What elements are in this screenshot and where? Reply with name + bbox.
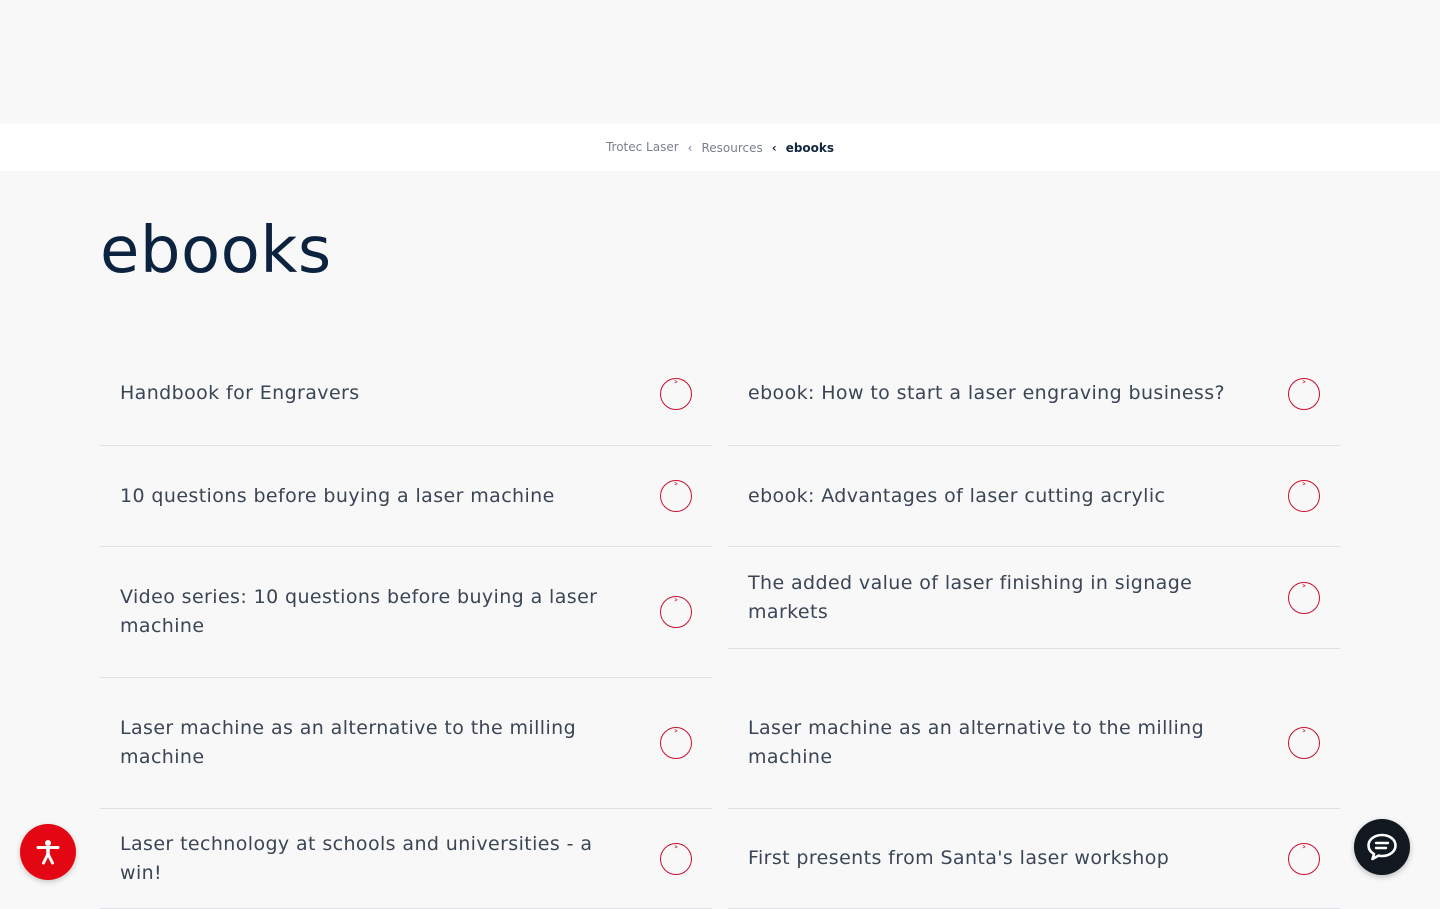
accessibility-button[interactable] (20, 824, 76, 880)
ebook-column-right: ebook: How to start a laser engraving bu… (728, 342, 1340, 909)
breadcrumb-link-trotec-laser[interactable]: Trotec Laser (606, 140, 679, 154)
ebook-card-title: Laser machine as an alternative to the m… (748, 717, 1205, 768)
ebook-card-title: Handbook for Engravers (120, 382, 360, 404)
chevron-right-icon[interactable]: ˃ (660, 480, 692, 512)
chat-icon (1367, 833, 1397, 861)
ebook-card-title: Laser machine as an alternative to the m… (120, 717, 577, 768)
ebook-card[interactable]: 10 questions before buying a laser machi… (100, 446, 712, 547)
ebook-card[interactable]: Video series: 10 questions before buying… (100, 547, 712, 678)
chevron-right-icon[interactable]: ˃ (1288, 842, 1320, 875)
ebook-column-left: Handbook for Engravers ˃ 10 questions be… (100, 342, 712, 909)
chevron-right-icon[interactable]: ˃ (1288, 480, 1320, 512)
ebook-card-title: The added value of laser finishing in si… (748, 571, 1193, 623)
breadcrumb: Trotec Laser ‹ Resources ‹ ebooks (0, 124, 1440, 171)
ebook-card[interactable]: ebook: Advantages of laser cutting acryl… (728, 446, 1340, 547)
ebook-card[interactable]: ebook: How to start a laser engraving bu… (728, 342, 1340, 446)
breadcrumb-current: ebooks (785, 140, 835, 155)
ebook-card[interactable]: Laser technology at schools and universi… (100, 809, 712, 909)
ebook-grid: Handbook for Engravers ˃ 10 questions be… (100, 342, 1340, 909)
page-title: ebooks (100, 214, 332, 288)
ebook-card-title: 10 questions before buying a laser machi… (120, 484, 555, 507)
chevron-right-icon[interactable]: ˃ (1288, 727, 1320, 759)
ebook-card-title: ebook: Advantages of laser cutting acryl… (748, 484, 1166, 507)
ebook-card[interactable]: First presents from Santa's laser worksh… (728, 809, 1340, 909)
ebook-card[interactable]: Handbook for Engravers ˃ (100, 342, 712, 446)
chevron-right-icon[interactable]: ˃ (1288, 377, 1320, 410)
ebook-card-title: Video series: 10 questions before buying… (120, 586, 598, 637)
chat-button[interactable] (1354, 819, 1410, 875)
ebook-card[interactable]: Laser machine as an alternative to the m… (728, 649, 1340, 809)
ebook-card[interactable]: Laser machine as an alternative to the m… (100, 678, 712, 809)
ebook-card-title: Laser technology at schools and universi… (120, 832, 593, 884)
chevron-right-icon[interactable]: ˃ (1288, 581, 1320, 614)
ebook-card-title: First presents from Santa's laser worksh… (748, 847, 1170, 869)
chevron-right-icon[interactable]: ˃ (660, 842, 692, 875)
ebook-card-title: ebook: How to start a laser engraving bu… (748, 382, 1225, 404)
chevron-right-icon[interactable]: ˃ (660, 377, 692, 410)
accessibility-icon (36, 840, 60, 865)
breadcrumb-separator: ‹ (687, 140, 693, 155)
ebook-card[interactable]: The added value of laser finishing in si… (728, 547, 1340, 649)
breadcrumb-separator: ‹ (771, 140, 777, 155)
chevron-right-icon[interactable]: ˃ (660, 596, 692, 628)
chevron-right-icon[interactable]: ˃ (660, 727, 692, 759)
header-spacer (0, 0, 1440, 124)
breadcrumb-link-resources[interactable]: Resources (701, 141, 762, 155)
